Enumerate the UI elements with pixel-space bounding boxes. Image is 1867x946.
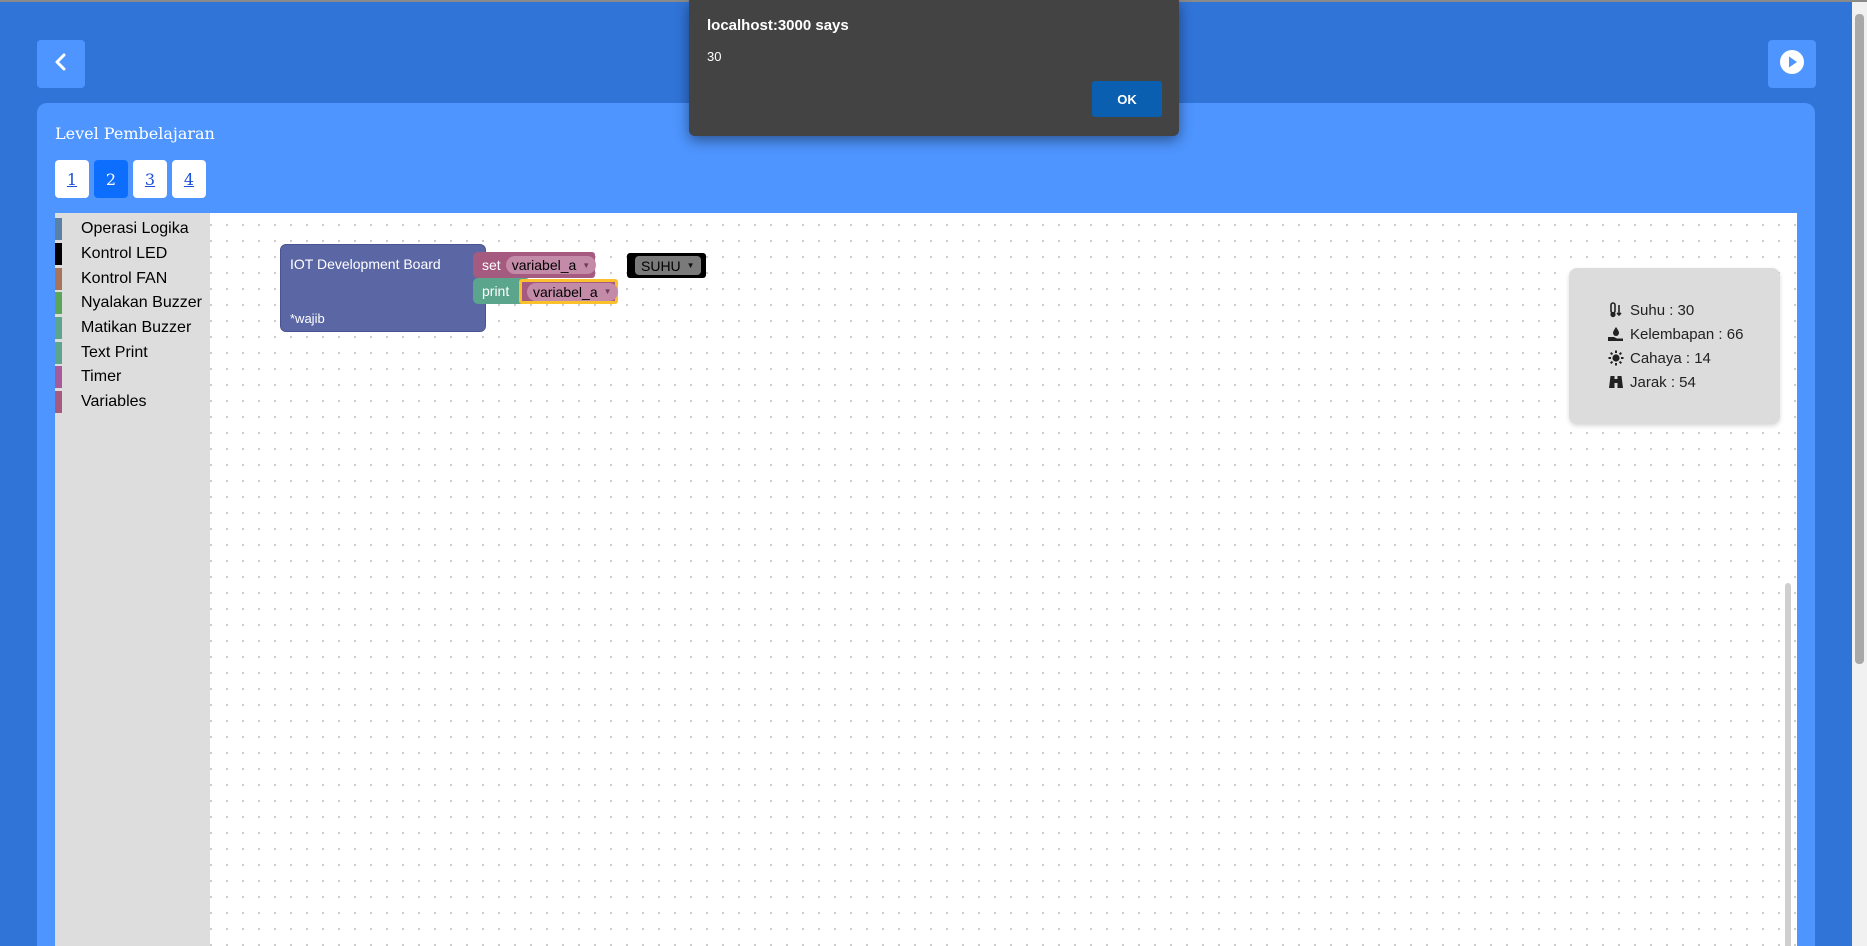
category-label: Operasi Logika bbox=[81, 220, 189, 238]
set-keyword: set bbox=[482, 257, 501, 273]
sensor-row-cahaya: Cahaya : 14 bbox=[1607, 346, 1780, 370]
sensor-suhu-text: Suhu : 30 bbox=[1630, 301, 1695, 319]
sensor-value-block[interactable]: SUHU ▼ bbox=[627, 253, 706, 278]
dropdown-arrow-icon: ▼ bbox=[582, 260, 591, 270]
blockly-workspace[interactable]: Operasi Logika Kontrol LED Kontrol FAN N… bbox=[55, 213, 1797, 946]
toolbox-category-kontrol-fan[interactable]: Kontrol FAN bbox=[55, 266, 210, 291]
sensor-kelembapan-text: Kelembapan : 66 bbox=[1630, 325, 1744, 343]
category-color-swatch bbox=[55, 292, 62, 315]
sensor-readings-card: Suhu : 30 Kelembapan : 66 Cahaya : 14 Ja… bbox=[1569, 268, 1780, 424]
toolbox-category-kontrol-led[interactable]: Kontrol LED bbox=[55, 242, 210, 267]
toolbox-category-variables[interactable]: Variables bbox=[55, 390, 210, 415]
run-button[interactable] bbox=[1768, 40, 1816, 88]
category-label: Variables bbox=[81, 393, 147, 411]
learning-panel: Level Pembelajaran 1 2 3 4 Operasi Logik… bbox=[37, 103, 1815, 946]
level-selector: 1 2 3 4 bbox=[55, 160, 206, 198]
level-button-4[interactable]: 4 bbox=[172, 160, 206, 198]
sensor-jarak-text: Jarak : 54 bbox=[1630, 373, 1696, 391]
dropdown-arrow-icon: ▼ bbox=[603, 287, 612, 296]
dropdown-value: variabel_a bbox=[511, 257, 577, 273]
dropdown-arrow-icon: ▼ bbox=[686, 261, 695, 270]
set-variable-block[interactable]: set variabel_a ▼ to bbox=[473, 252, 614, 278]
print-keyword: print bbox=[482, 283, 510, 299]
variable-getter-block[interactable]: variabel_a ▼ bbox=[519, 279, 618, 304]
page-scrollbar[interactable] bbox=[1852, 2, 1867, 946]
level-button-1[interactable]: 1 bbox=[55, 160, 89, 198]
toolbox-category-timer[interactable]: Timer bbox=[55, 365, 210, 390]
chevron-left-icon bbox=[54, 53, 68, 76]
category-label: Timer bbox=[81, 368, 122, 386]
alert-title: localhost:3000 says bbox=[707, 17, 849, 34]
board-block-title: IOT Development Board bbox=[290, 256, 441, 272]
board-block-note: *wajib bbox=[290, 311, 325, 326]
print-variable-dropdown[interactable]: variabel_a ▼ bbox=[527, 282, 618, 301]
alert-ok-button[interactable]: OK bbox=[1092, 81, 1162, 117]
sensor-row-jarak: Jarak : 54 bbox=[1607, 370, 1780, 394]
binoculars-icon bbox=[1607, 374, 1625, 390]
dropdown-value: SUHU bbox=[641, 257, 681, 274]
category-color-swatch bbox=[55, 341, 62, 364]
sun-icon bbox=[1607, 350, 1625, 366]
level-button-3[interactable]: 3 bbox=[133, 160, 167, 198]
toolbox-category-text-print[interactable]: Text Print bbox=[55, 340, 210, 365]
category-color-swatch bbox=[55, 317, 62, 340]
play-circle-icon bbox=[1779, 49, 1805, 80]
category-color-swatch bbox=[55, 366, 62, 389]
sensor-row-suhu: Suhu : 30 bbox=[1607, 298, 1780, 322]
alert-dialog: localhost:3000 says 30 OK bbox=[689, 0, 1179, 136]
dropdown-value: variabel_a bbox=[533, 283, 598, 300]
sensor-dropdown[interactable]: SUHU ▼ bbox=[635, 256, 701, 275]
category-color-swatch bbox=[55, 267, 62, 290]
iot-board-block[interactable]: IOT Development Board *wajib bbox=[280, 244, 486, 332]
toolbox-category-operasi-logika[interactable]: Operasi Logika bbox=[55, 217, 210, 242]
sensor-cahaya-text: Cahaya : 14 bbox=[1630, 349, 1711, 367]
panel-title: Level Pembelajaran bbox=[55, 124, 215, 143]
toolbox: Operasi Logika Kontrol LED Kontrol FAN N… bbox=[55, 213, 210, 946]
category-label: Matikan Buzzer bbox=[81, 319, 192, 337]
category-label: Nyalakan Buzzer bbox=[81, 294, 202, 312]
set-variable-dropdown[interactable]: variabel_a ▼ bbox=[505, 256, 597, 274]
category-color-swatch bbox=[55, 218, 62, 241]
to-keyword: to bbox=[602, 257, 614, 273]
workspace-scrollbar[interactable] bbox=[1785, 583, 1791, 946]
category-color-swatch bbox=[55, 243, 62, 266]
alert-message: 30 bbox=[707, 49, 722, 64]
level-button-2[interactable]: 2 bbox=[94, 160, 128, 198]
page-scrollbar-thumb[interactable] bbox=[1855, 14, 1864, 664]
back-button[interactable] bbox=[37, 40, 85, 88]
thermometer-icon bbox=[1607, 302, 1625, 318]
toolbox-category-nyalakan-buzzer[interactable]: Nyalakan Buzzer bbox=[55, 291, 210, 316]
hand-holding-droplet-icon bbox=[1607, 326, 1625, 342]
toolbox-category-matikan-buzzer[interactable]: Matikan Buzzer bbox=[55, 316, 210, 341]
category-color-swatch bbox=[55, 391, 62, 414]
category-label: Kontrol LED bbox=[81, 245, 168, 263]
category-label: Text Print bbox=[81, 343, 148, 361]
sensor-row-kelembapan: Kelembapan : 66 bbox=[1607, 322, 1780, 346]
category-label: Kontrol FAN bbox=[81, 269, 168, 287]
